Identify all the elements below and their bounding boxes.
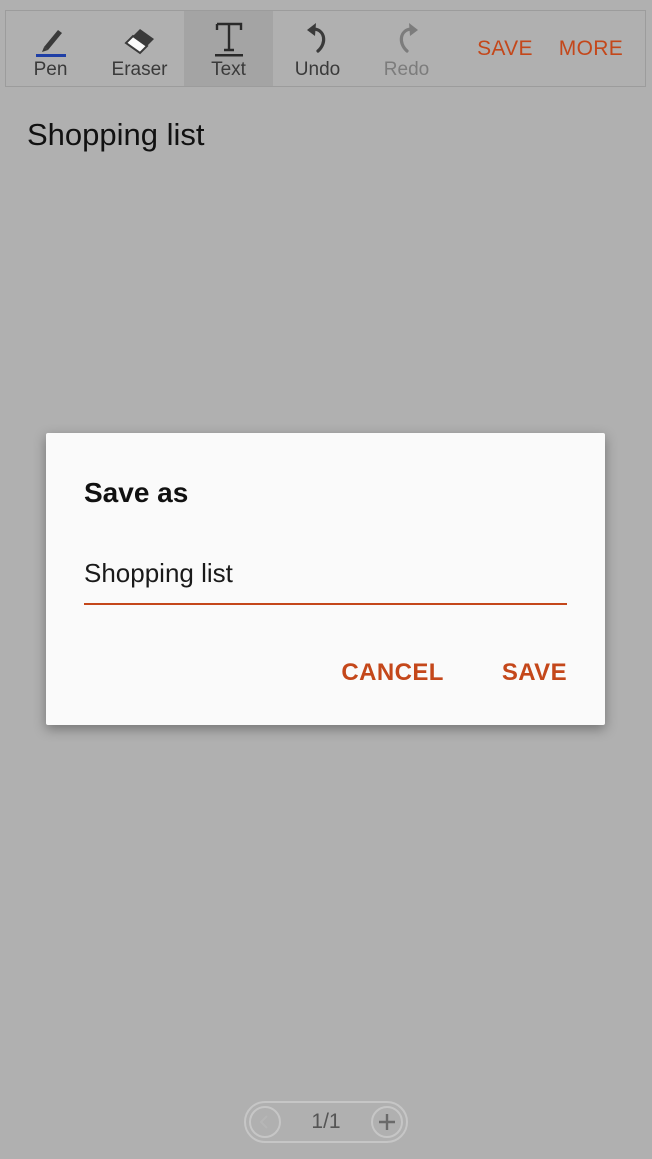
toolbar-save-button[interactable]: SAVE [477,37,533,61]
chevron-left-icon [259,1115,268,1129]
undo-icon [300,20,336,58]
save-as-dialog: Save as Shopping list CANCEL SAVE [46,433,605,725]
redo-icon [389,20,425,58]
text-label: Text [211,59,246,80]
toolbar-more-button[interactable]: MORE [559,37,623,61]
redo-label: Redo [383,59,430,80]
text-icon [211,20,247,58]
redo-button[interactable]: Redo [362,11,451,86]
previous-page-button[interactable] [249,1106,281,1138]
eraser-tool-button[interactable]: Eraser [95,11,184,86]
cancel-button[interactable]: CANCEL [341,659,443,687]
dialog-actions: CANCEL SAVE [341,659,567,687]
note-title[interactable]: Shopping list [27,117,205,153]
text-tool-button[interactable]: Text [184,11,273,86]
pen-icon [33,20,69,58]
dialog-save-button[interactable]: SAVE [502,659,567,687]
page-navigator: 1/1 [244,1101,408,1143]
eraser-label: Eraser [111,59,168,80]
dialog-title: Save as [84,477,189,508]
filename-input[interactable]: Shopping list [84,551,567,605]
add-page-button[interactable] [370,1106,403,1138]
toolbar-actions: SAVE MORE [477,11,645,86]
pen-label: Pen [33,59,68,80]
plus-icon [378,1114,395,1130]
eraser-icon [122,20,158,58]
pen-tool-button[interactable]: Pen [6,11,95,86]
page-indicator: 1/1 [311,1110,341,1133]
undo-button[interactable]: Undo [273,11,362,86]
undo-label: Undo [294,59,341,80]
toolbar: Pen Eraser Text Undo Redo SAVE MORE [5,10,646,87]
